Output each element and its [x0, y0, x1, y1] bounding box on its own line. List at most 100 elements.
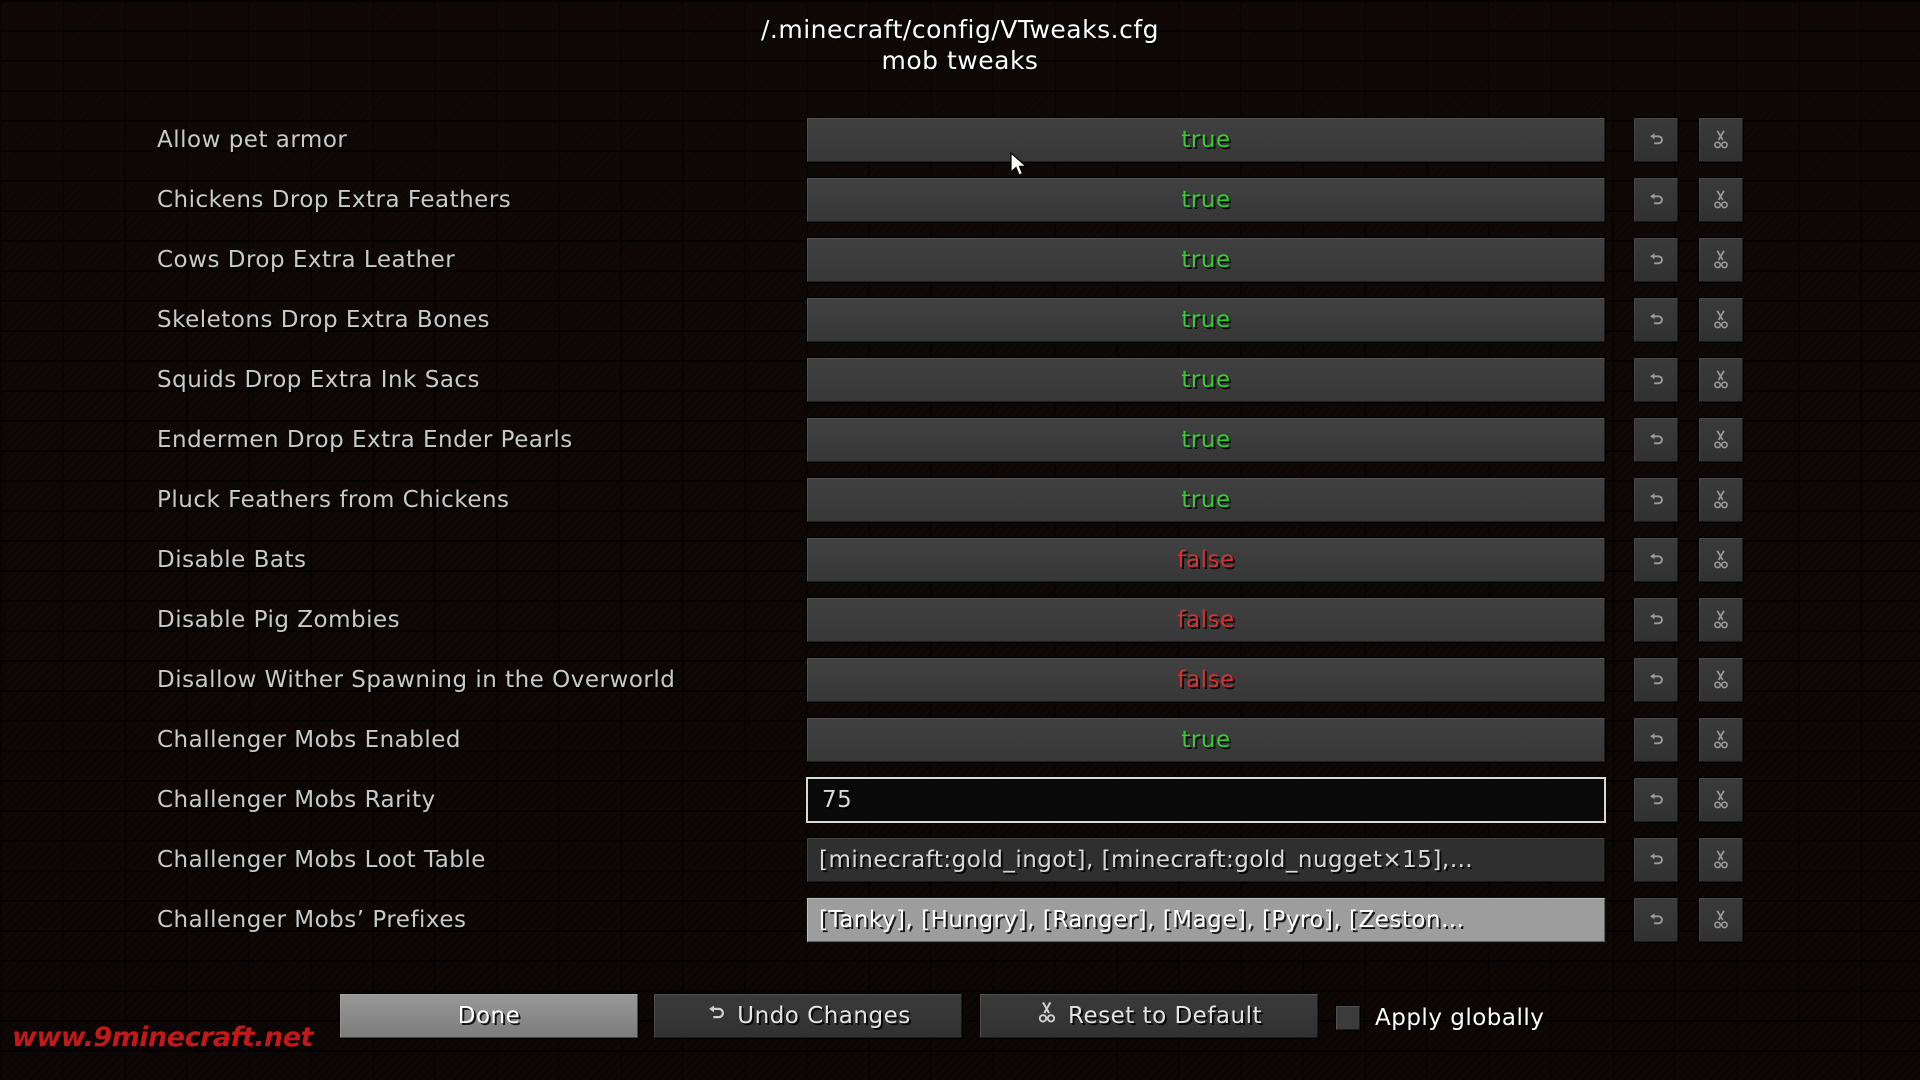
config-row-label: Challenger Mobs Enabled: [157, 727, 462, 753]
undo-arrow-icon: [1646, 790, 1666, 810]
config-row-label: Pluck Feathers from Chickens: [157, 487, 510, 513]
reset-to-default-icon: [1711, 429, 1731, 451]
row-reset-button[interactable]: [1698, 777, 1744, 823]
row-reset-button[interactable]: [1698, 477, 1744, 523]
row-undo-button[interactable]: [1633, 897, 1679, 943]
config-value-toggle[interactable]: true: [806, 717, 1606, 763]
page-subtitle: mob tweaks: [881, 46, 1039, 75]
reset-to-default-icon: [1711, 489, 1731, 511]
row-undo-button[interactable]: [1633, 417, 1679, 463]
undo-arrow-icon: [1646, 730, 1666, 750]
config-row: Disallow Wither Spawning in the Overworl…: [0, 650, 1920, 710]
row-reset-button[interactable]: [1698, 297, 1744, 343]
page-title: /.minecraft/config/VTweaks.cfg: [761, 15, 1159, 44]
config-row: Allow pet armor true: [0, 110, 1920, 170]
config-row-label: Allow pet armor: [157, 127, 348, 153]
row-undo-button[interactable]: [1633, 477, 1679, 523]
row-reset-button[interactable]: [1698, 177, 1744, 223]
config-value-toggle[interactable]: false: [806, 597, 1606, 643]
row-reset-button[interactable]: [1698, 117, 1744, 163]
undo-arrow-icon: [1646, 850, 1666, 870]
row-undo-button[interactable]: [1633, 597, 1679, 643]
row-reset-button[interactable]: [1698, 357, 1744, 403]
row-reset-button[interactable]: [1698, 537, 1744, 583]
config-row-label: Challenger Mobs’ Prefixes: [157, 907, 467, 933]
row-reset-button[interactable]: [1698, 837, 1744, 883]
config-value-toggle[interactable]: false: [806, 537, 1606, 583]
config-row-label: Cows Drop Extra Leather: [157, 247, 456, 273]
undo-arrow-icon: [1646, 490, 1666, 510]
apply-globally-label: Apply globally: [1375, 1005, 1545, 1031]
config-value-toggle[interactable]: true: [806, 297, 1606, 343]
config-row: Challenger Mobs Rarity 75: [0, 770, 1920, 830]
checkbox-box[interactable]: [1335, 1005, 1361, 1031]
row-undo-button[interactable]: [1633, 177, 1679, 223]
row-undo-button[interactable]: [1633, 237, 1679, 283]
undo-arrow-icon: [1646, 430, 1666, 450]
row-reset-button[interactable]: [1698, 657, 1744, 703]
reset-to-default-icon: [1711, 789, 1731, 811]
undo-arrow-icon: [1646, 610, 1666, 630]
undo-changes-button[interactable]: Undo Changes: [653, 993, 963, 1039]
config-row: Squids Drop Extra Ink Sacs true: [0, 350, 1920, 410]
row-reset-button[interactable]: [1698, 717, 1744, 763]
reset-to-default-icon: [1711, 669, 1731, 691]
row-undo-button[interactable]: [1633, 777, 1679, 823]
reset-to-default-icon: [1036, 1001, 1058, 1031]
reset-to-default-icon: [1711, 729, 1731, 751]
reset-to-default-icon: [1711, 909, 1731, 931]
reset-to-default-icon: [1711, 549, 1731, 571]
site-watermark: www.9minecraft.net: [12, 1022, 313, 1053]
reset-to-default-icon: [1711, 369, 1731, 391]
config-value-toggle[interactable]: false: [806, 657, 1606, 703]
config-row: Chickens Drop Extra Feathers true: [0, 170, 1920, 230]
apply-globally-checkbox[interactable]: Apply globally: [1335, 996, 1544, 1040]
config-value-toggle[interactable]: true: [806, 417, 1606, 463]
row-reset-button[interactable]: [1698, 237, 1744, 283]
row-undo-button[interactable]: [1633, 537, 1679, 583]
config-row-label: Squids Drop Extra Ink Sacs: [157, 367, 481, 393]
screen-header: /.minecraft/config/VTweaks.cfg mob tweak…: [0, 14, 1920, 76]
undo-arrow-icon: [1646, 130, 1666, 150]
undo-arrow-icon: [1646, 670, 1666, 690]
row-undo-button[interactable]: [1633, 297, 1679, 343]
config-value-toggle[interactable]: true: [806, 357, 1606, 403]
done-button[interactable]: Done: [339, 993, 639, 1039]
undo-changes-label: Undo Changes: [737, 1003, 911, 1029]
config-value-field[interactable]: [minecraft:gold_ingot], [minecraft:gold_…: [806, 837, 1606, 883]
reset-to-default-icon: [1711, 129, 1731, 151]
row-reset-button[interactable]: [1698, 597, 1744, 643]
config-row: Challenger Mobs’ Prefixes [Tanky], [Hungr…: [0, 890, 1920, 950]
config-row: Pluck Feathers from Chickens true: [0, 470, 1920, 530]
reset-to-default-icon: [1711, 609, 1731, 631]
config-value-input[interactable]: 75: [806, 777, 1606, 823]
undo-arrow-icon: [705, 1002, 727, 1030]
reset-to-default-label: Reset to Default: [1068, 1003, 1262, 1029]
reset-to-default-icon: [1711, 849, 1731, 871]
row-undo-button[interactable]: [1633, 717, 1679, 763]
config-value-field[interactable]: [Tanky], [Hungry], [Ranger], [Mage], [Py…: [806, 897, 1606, 943]
config-row-list: Allow pet armor true Chickens Drop Extra F…: [0, 110, 1920, 950]
row-undo-button[interactable]: [1633, 357, 1679, 403]
row-undo-button[interactable]: [1633, 117, 1679, 163]
config-value-toggle[interactable]: true: [806, 117, 1606, 163]
row-reset-button[interactable]: [1698, 417, 1744, 463]
undo-arrow-icon: [1646, 310, 1666, 330]
reset-to-default-icon: [1711, 309, 1731, 331]
row-undo-button[interactable]: [1633, 657, 1679, 703]
config-value-toggle[interactable]: true: [806, 477, 1606, 523]
row-undo-button[interactable]: [1633, 837, 1679, 883]
reset-to-default-icon: [1711, 249, 1731, 271]
config-row: Endermen Drop Extra Ender Pearls true: [0, 410, 1920, 470]
config-row-label: Disallow Wither Spawning in the Overworl…: [157, 667, 676, 693]
config-value-toggle[interactable]: true: [806, 237, 1606, 283]
undo-arrow-icon: [1646, 910, 1666, 930]
config-row-label: Endermen Drop Extra Ender Pearls: [157, 427, 573, 453]
undo-arrow-icon: [1646, 190, 1666, 210]
config-row-label: Challenger Mobs Rarity: [157, 787, 436, 813]
config-row-label: Challenger Mobs Loot Table: [157, 847, 486, 873]
config-row-label: Disable Bats: [157, 547, 307, 573]
config-value-toggle[interactable]: true: [806, 177, 1606, 223]
reset-to-default-button[interactable]: Reset to Default: [979, 993, 1319, 1039]
row-reset-button[interactable]: [1698, 897, 1744, 943]
